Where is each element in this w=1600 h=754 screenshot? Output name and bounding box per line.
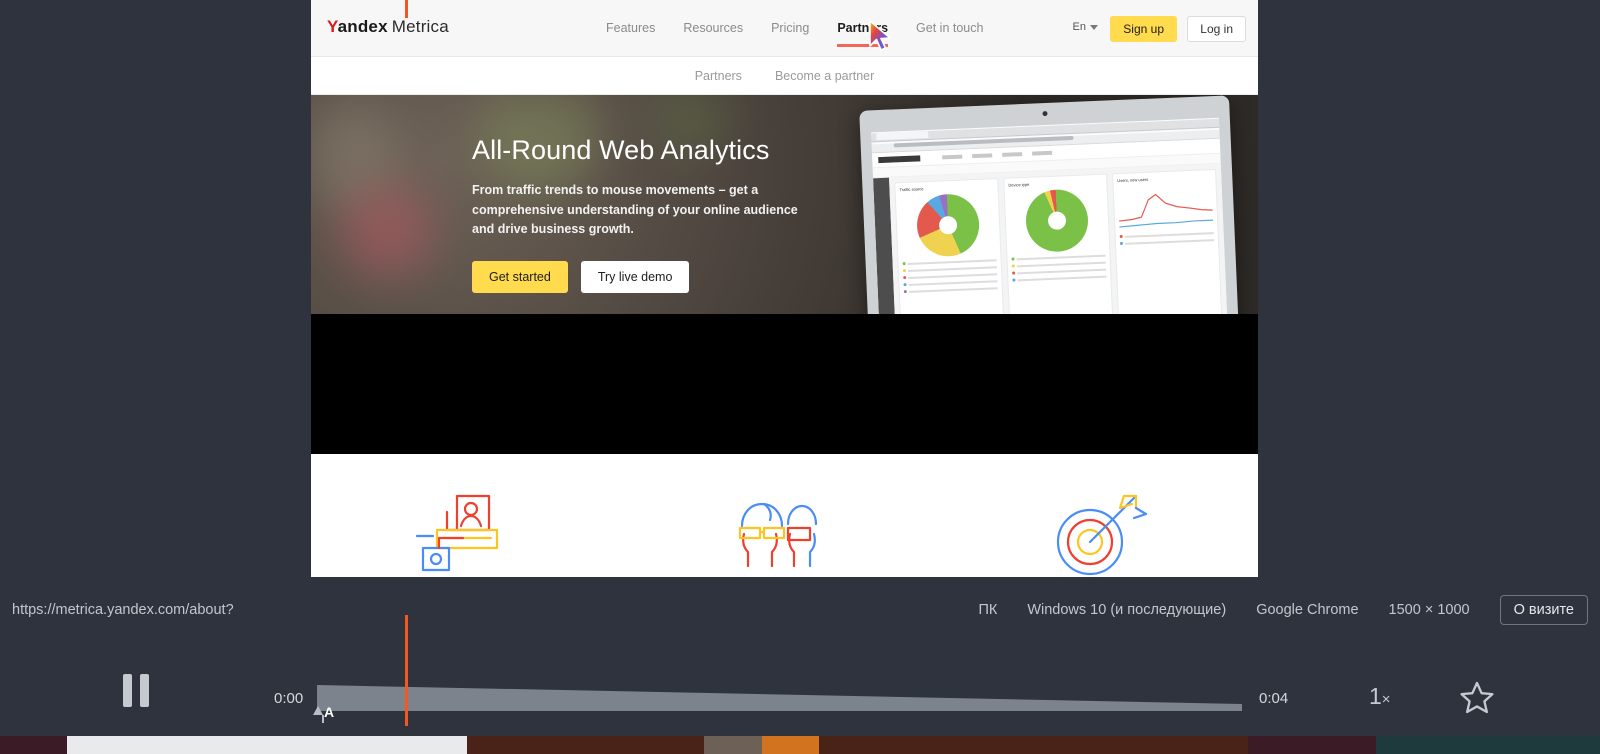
- dashboard-card-device-type: Device type: [1003, 173, 1114, 314]
- thumbstrip-segment[interactable]: [819, 736, 1248, 754]
- visited-url[interactable]: https://metrica.yandex.com/about?: [12, 602, 234, 618]
- favorite-button[interactable]: [1458, 679, 1496, 719]
- hero-buttons: Get started Try live demo: [472, 260, 802, 293]
- yandex-metrica-logo[interactable]: Yandex Metrica: [327, 17, 449, 37]
- nav-item-partners[interactable]: Partners: [837, 0, 888, 57]
- subnav-item-partners[interactable]: Partners: [695, 69, 742, 83]
- session-replay-stage: Yandex Metrica Features Resources Pricing…: [0, 0, 1600, 577]
- browser-tab: [876, 130, 929, 141]
- activity-wedge: [317, 685, 1242, 711]
- laptop-photo: Traffic source Device type Users, new us…: [859, 95, 1239, 314]
- browser-label: Google Chrome: [1256, 602, 1359, 618]
- language-label: En: [1072, 21, 1086, 33]
- site-header: Yandex Metrica Features Resources Pricing…: [311, 0, 1258, 57]
- logo-text-andex: andex: [337, 17, 388, 36]
- traffic-source-legend: [902, 257, 998, 294]
- nav-item-get-in-touch[interactable]: Get in touch: [916, 0, 983, 57]
- get-started-button[interactable]: Get started: [472, 260, 568, 293]
- dashboard-cards: Traffic source Device type Users, new us…: [889, 163, 1228, 314]
- features-section: [311, 454, 1258, 577]
- playback-speed-button[interactable]: 1×: [1369, 683, 1391, 710]
- dashboard-card-users: Users, new users: [1112, 168, 1223, 314]
- logo-text-metrica: Metrica: [391, 17, 449, 36]
- profile-card-icon: [409, 490, 529, 577]
- timeline-marker-a[interactable]: A: [313, 704, 335, 723]
- dashboard-menu-item: [1032, 150, 1053, 156]
- thumbstrip-segment[interactable]: [703, 736, 762, 754]
- hero-content: All-Round Web Analytics From traffic tre…: [472, 135, 802, 293]
- hero-subtitle: From traffic trends to mouse movements –…: [472, 183, 798, 236]
- pause-icon-bar: [139, 674, 149, 707]
- dashboard-menu-item: [972, 153, 993, 159]
- hero-section: Traffic source Device type Users, new us…: [311, 95, 1258, 314]
- dashboard-body: Traffic source Device type Users, new us…: [873, 163, 1228, 314]
- nav-item-features[interactable]: Features: [606, 0, 655, 57]
- visit-info-bar: https://metrica.yandex.com/about? ПК Win…: [0, 577, 1600, 643]
- nav-item-pricing[interactable]: Pricing: [771, 0, 809, 57]
- page-black-section: [311, 314, 1258, 454]
- card-title: Device type: [1008, 181, 1030, 188]
- speed-suffix: ×: [1381, 691, 1391, 708]
- dashboard-logo: [878, 155, 921, 164]
- card-title: Users, new users: [1117, 176, 1149, 184]
- language-selector[interactable]: En: [1073, 21, 1098, 33]
- users-legend: [1119, 230, 1214, 246]
- total-time-label: 0:04: [1259, 690, 1289, 707]
- thumbstrip-segment[interactable]: [1247, 736, 1376, 754]
- device-type-legend: [1011, 253, 1107, 283]
- dashboard-menu-item: [1002, 152, 1023, 157]
- users-line-chart: [1118, 183, 1214, 231]
- current-time-label: 0:00: [274, 690, 304, 707]
- nav-item-resources[interactable]: Resources: [683, 0, 743, 57]
- replay-player-controls: 0:00 A 0:04 1×: [0, 615, 1600, 736]
- visit-meta: ПК Windows 10 (и последующие) Google Chr…: [978, 595, 1588, 625]
- try-live-demo-button[interactable]: Try live demo: [580, 260, 690, 293]
- marker-label: A: [324, 704, 335, 720]
- about-visit-button[interactable]: О визите: [1499, 595, 1588, 625]
- pause-button[interactable]: [118, 673, 153, 708]
- device-type-donut-chart: [1024, 188, 1090, 253]
- timeline-track[interactable]: [317, 671, 1242, 719]
- thumbstrip-playhead: [405, 0, 408, 18]
- speed-value: 1: [1369, 683, 1382, 709]
- operating-system-label: Windows 10 (и последующие): [1027, 602, 1227, 618]
- device-type-label: ПК: [978, 602, 998, 618]
- dashboard-menu-item: [942, 154, 963, 160]
- thumbstrip-segment[interactable]: [0, 736, 68, 754]
- session-thumbnail-strip[interactable]: [0, 736, 1600, 754]
- chevron-down-icon: [1090, 24, 1098, 30]
- log-in-button[interactable]: Log in: [1187, 16, 1246, 42]
- marker-arrow-icon: [313, 706, 324, 723]
- timeline-playhead[interactable]: [405, 615, 408, 726]
- main-navigation: Features Resources Pricing Partners Get …: [606, 0, 983, 57]
- card-title: Traffic source: [899, 186, 924, 193]
- sign-up-button[interactable]: Sign up: [1110, 16, 1177, 42]
- thumbstrip-segment[interactable]: [761, 736, 820, 754]
- thumbstrip-segment[interactable]: [67, 736, 468, 754]
- hero-title: All-Round Web Analytics: [472, 135, 770, 165]
- screen-resolution-label: 1500 × 1000: [1388, 602, 1470, 618]
- logo-letter-y: Y: [327, 17, 338, 36]
- dashboard-menu: [942, 150, 1053, 160]
- target-arrow-icon: [1040, 490, 1160, 577]
- traffic-source-donut-chart: [915, 192, 981, 258]
- dashboard-card-traffic-source: Traffic source: [894, 178, 1005, 314]
- thumbstrip-segment[interactable]: [1375, 736, 1600, 754]
- replayed-page-viewport: Yandex Metrica Features Resources Pricing…: [311, 0, 1258, 577]
- sub-navigation: Partners Become a partner: [311, 57, 1258, 95]
- people-sunglasses-icon: [724, 490, 844, 577]
- pause-icon-bar: [122, 674, 132, 707]
- thumbstrip-segment[interactable]: [467, 736, 704, 754]
- laptop-screen: Traffic source Device type Users, new us…: [871, 117, 1228, 314]
- star-icon: [1460, 681, 1494, 714]
- subnav-item-become-a-partner[interactable]: Become a partner: [775, 69, 874, 83]
